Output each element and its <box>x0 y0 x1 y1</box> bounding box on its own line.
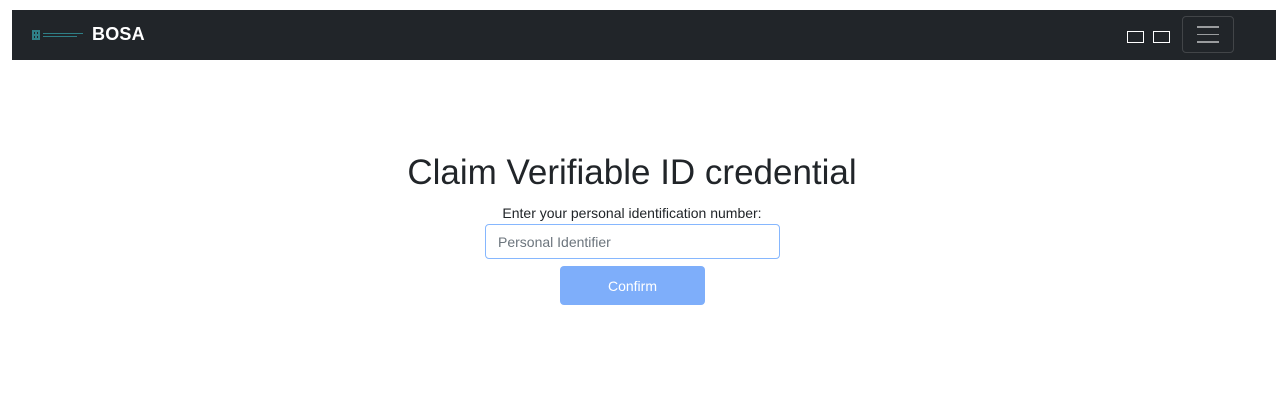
bosa-logo[interactable] <box>32 28 86 42</box>
personal-identifier-input[interactable] <box>485 224 780 259</box>
logo-mark-icon <box>32 30 40 40</box>
personal-id-label: Enter your personal identification numbe… <box>502 205 762 221</box>
confirm-button[interactable]: Confirm <box>560 266 705 305</box>
page-title: Claim Verifiable ID credential <box>407 153 857 192</box>
brand-name[interactable]: BOSA <box>92 23 145 45</box>
top-navbar: BOSA <box>12 10 1276 60</box>
hamburger-line <box>1197 41 1219 43</box>
hamburger-line <box>1197 33 1219 36</box>
hamburger-menu-icon[interactable] <box>1182 16 1234 53</box>
logo-wordmark-lines <box>43 33 83 37</box>
square-icon[interactable] <box>1127 31 1144 43</box>
hamburger-line <box>1197 26 1219 28</box>
square-icon[interactable] <box>1153 31 1170 43</box>
